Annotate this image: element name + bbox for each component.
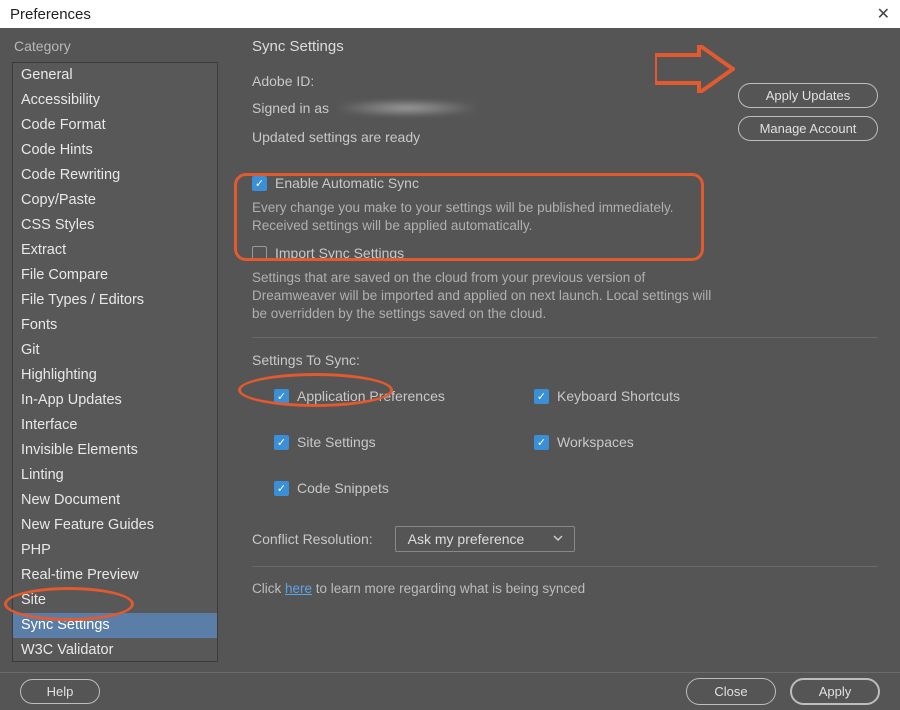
sync-snippets-checkbox[interactable]: ✓ Code Snippets xyxy=(274,480,534,496)
sidebar-item-site[interactable]: Site xyxy=(13,588,217,613)
sync-workspaces-checkbox[interactable]: ✓ Workspaces xyxy=(534,434,754,450)
category-list: GeneralAccessibilityCode FormatCode Hint… xyxy=(12,62,218,662)
footer: Help Close Apply xyxy=(0,672,900,710)
panel-header: Sync Settings xyxy=(252,38,878,55)
sidebar-item-w3c-validator[interactable]: W3C Validator xyxy=(13,638,217,662)
help-button[interactable]: Help xyxy=(20,679,100,704)
checkbox-checked-icon: ✓ xyxy=(274,435,289,450)
sidebar-item-new-feature-guides[interactable]: New Feature Guides xyxy=(13,513,217,538)
apply-updates-button[interactable]: Apply Updates xyxy=(738,83,878,108)
chevron-down-icon xyxy=(552,531,564,547)
sync-workspaces-label: Workspaces xyxy=(557,434,634,450)
signed-in-value-redacted xyxy=(337,99,477,117)
sync-keyboard-label: Keyboard Shortcuts xyxy=(557,388,680,404)
import-sync-desc: Settings that are saved on the cloud fro… xyxy=(252,269,712,323)
sidebar-item-css-styles[interactable]: CSS Styles xyxy=(13,213,217,238)
checkbox-checked-icon: ✓ xyxy=(252,176,267,191)
sidebar-item-real-time-preview[interactable]: Real-time Preview xyxy=(13,563,217,588)
import-sync-checkbox[interactable]: Import Sync Settings xyxy=(252,245,878,261)
sidebar-item-code-format[interactable]: Code Format xyxy=(13,113,217,138)
sidebar-item-sync-settings[interactable]: Sync Settings xyxy=(13,613,217,638)
sidebar-item-linting[interactable]: Linting xyxy=(13,463,217,488)
sync-snippets-label: Code Snippets xyxy=(297,480,389,496)
learn-more-row: Click here to learn more regarding what … xyxy=(252,581,878,596)
sync-site-label: Site Settings xyxy=(297,434,376,450)
sidebar-item-git[interactable]: Git xyxy=(13,338,217,363)
sidebar: Category GeneralAccessibilityCode Format… xyxy=(0,28,230,672)
conflict-value: Ask my preference xyxy=(408,531,525,547)
sidebar-item-fonts[interactable]: Fonts xyxy=(13,313,217,338)
sync-site-checkbox[interactable]: ✓ Site Settings xyxy=(274,434,534,450)
sidebar-item-extract[interactable]: Extract xyxy=(13,238,217,263)
sidebar-item-code-hints[interactable]: Code Hints xyxy=(13,138,217,163)
manage-account-button[interactable]: Manage Account xyxy=(738,116,878,141)
sidebar-item-general[interactable]: General xyxy=(13,63,217,88)
learn-more-link[interactable]: here xyxy=(285,581,312,596)
sidebar-header: Category xyxy=(12,38,218,54)
learn-prefix: Click xyxy=(252,581,285,596)
conflict-label: Conflict Resolution: xyxy=(252,531,373,547)
divider xyxy=(252,566,878,567)
close-button[interactable]: Close xyxy=(686,678,776,705)
sidebar-item-file-types-editors[interactable]: File Types / Editors xyxy=(13,288,217,313)
checkbox-checked-icon: ✓ xyxy=(274,481,289,496)
enable-auto-sync-checkbox[interactable]: ✓ Enable Automatic Sync xyxy=(252,175,878,191)
close-icon[interactable]: ✕ xyxy=(877,4,890,24)
apply-button[interactable]: Apply xyxy=(790,678,880,705)
sidebar-item-accessibility[interactable]: Accessibility xyxy=(13,88,217,113)
sidebar-item-new-document[interactable]: New Document xyxy=(13,488,217,513)
sidebar-item-highlighting[interactable]: Highlighting xyxy=(13,363,217,388)
enable-auto-sync-label: Enable Automatic Sync xyxy=(275,175,419,191)
learn-suffix: to learn more regarding what is being sy… xyxy=(312,581,585,596)
sync-app-prefs-label: Application Preferences xyxy=(297,388,445,404)
checkbox-checked-icon: ✓ xyxy=(274,389,289,404)
sidebar-item-php[interactable]: PHP xyxy=(13,538,217,563)
conflict-select[interactable]: Ask my preference xyxy=(395,526,575,552)
sidebar-item-interface[interactable]: Interface xyxy=(13,413,217,438)
import-sync-label: Import Sync Settings xyxy=(275,245,404,261)
sidebar-item-copy-paste[interactable]: Copy/Paste xyxy=(13,188,217,213)
sidebar-item-code-rewriting[interactable]: Code Rewriting xyxy=(13,163,217,188)
divider xyxy=(252,337,878,338)
window-title: Preferences xyxy=(10,6,91,23)
sidebar-item-invisible-elements[interactable]: Invisible Elements xyxy=(13,438,217,463)
sync-keyboard-checkbox[interactable]: ✓ Keyboard Shortcuts xyxy=(534,388,754,404)
sidebar-item-in-app-updates[interactable]: In-App Updates xyxy=(13,388,217,413)
checkbox-checked-icon: ✓ xyxy=(534,389,549,404)
settings-to-sync-header: Settings To Sync: xyxy=(252,352,878,368)
checkbox-checked-icon: ✓ xyxy=(534,435,549,450)
sidebar-item-file-compare[interactable]: File Compare xyxy=(13,263,217,288)
checkbox-unchecked-icon xyxy=(252,246,267,261)
sync-app-prefs-checkbox[interactable]: ✓ Application Preferences xyxy=(274,388,534,404)
signed-in-label: Signed in as xyxy=(252,100,329,116)
enable-auto-sync-desc: Every change you make to your settings w… xyxy=(252,199,712,235)
titlebar: Preferences ✕ xyxy=(0,0,900,28)
main-panel: Sync Settings Adobe ID: Signed in as Upd… xyxy=(230,28,900,672)
